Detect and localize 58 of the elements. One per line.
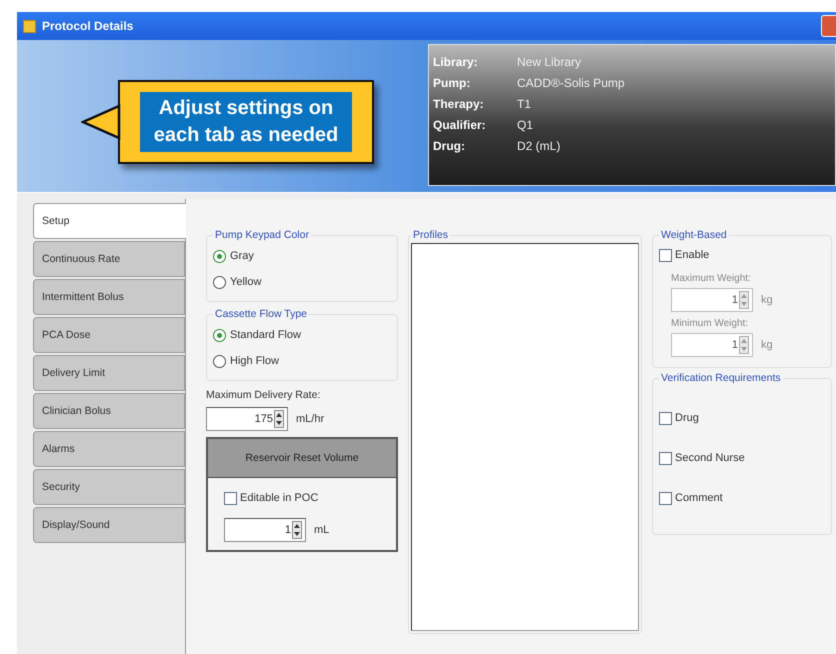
checkbox[interactable]	[659, 412, 672, 424]
side-tab[interactable]: Alarms	[33, 431, 185, 467]
field-label: Maximum Weight:	[671, 273, 752, 284]
unit-label: kg	[761, 294, 773, 306]
spin-field[interactable]: 175	[206, 407, 288, 431]
radio-label: Standard Flow	[230, 329, 301, 341]
checkbox[interactable]	[659, 492, 672, 504]
spin-field[interactable]: 1	[224, 518, 306, 542]
field-label: Minimum Weight:	[671, 318, 750, 329]
side-tab[interactable]: Delivery Limit	[33, 355, 185, 391]
info-value: D2 (mL)	[517, 138, 560, 152]
info-value: Q1	[517, 118, 534, 132]
unit-label: mL/hr	[296, 413, 324, 425]
app-icon	[23, 20, 36, 32]
info-label: Qualifier:	[433, 118, 487, 132]
info-value: CADD®-Solis Pump	[517, 76, 625, 90]
radio-label: High Flow	[230, 355, 279, 367]
unit-label: mL	[314, 524, 330, 536]
radio-button[interactable]	[213, 354, 226, 368]
side-tab[interactable]: PCA Dose	[33, 317, 185, 353]
info-value: New Library	[517, 54, 582, 68]
group-legend: Cassette Flow Type	[213, 308, 310, 320]
side-tab[interactable]: Setup	[33, 203, 186, 239]
info-value: T1	[517, 96, 532, 110]
checkbox[interactable]	[659, 452, 672, 464]
side-tab[interactable]: Security	[33, 469, 185, 505]
group-legend: Pump Keypad Color	[213, 229, 311, 241]
group-legend: Profiles	[411, 229, 450, 241]
checkbox-label: Comment	[675, 492, 723, 504]
info-label: Pump:	[433, 76, 472, 90]
callout-text: Adjust settings on each tab as needed	[140, 92, 352, 152]
checkbox[interactable]	[224, 492, 237, 504]
checkbox-label: Second Nurse	[675, 452, 745, 464]
field-label: Maximum Delivery Rate:	[206, 389, 322, 401]
info-label: Therapy:	[433, 96, 485, 110]
side-tab[interactable]: Intermittent Bolus	[33, 279, 185, 315]
close-button[interactable]	[821, 15, 836, 37]
group-legend: Verification Requirements	[659, 372, 783, 384]
group-legend: Weight-Based	[659, 229, 729, 241]
side-tab[interactable]: Continuous Rate	[33, 241, 185, 277]
spinner-arrows-icon[interactable]	[274, 410, 284, 428]
panel-header: Reservoir Reset Volume	[208, 439, 396, 478]
radio-label: Gray	[230, 250, 254, 262]
side-tab[interactable]: Display/Sound	[33, 507, 185, 543]
side-tab[interactable]: Clinician Bolus	[33, 393, 185, 429]
radio-button[interactable]	[213, 250, 226, 262]
radio-button[interactable]	[213, 276, 226, 288]
checkbox-label: Editable in POC	[240, 492, 318, 504]
checkbox[interactable]	[659, 248, 672, 262]
checkbox-label: Drug	[675, 412, 699, 424]
radio-label: Yellow	[230, 276, 262, 288]
info-label: Library:	[433, 54, 479, 68]
checkbox-label: Enable	[675, 249, 710, 261]
info-label: Drug:	[433, 138, 466, 152]
spinner-arrows-icon[interactable]	[292, 521, 302, 539]
window-title: Protocol Details	[42, 19, 134, 33]
unit-label: kg	[761, 339, 773, 351]
radio-button[interactable]	[213, 328, 226, 342]
